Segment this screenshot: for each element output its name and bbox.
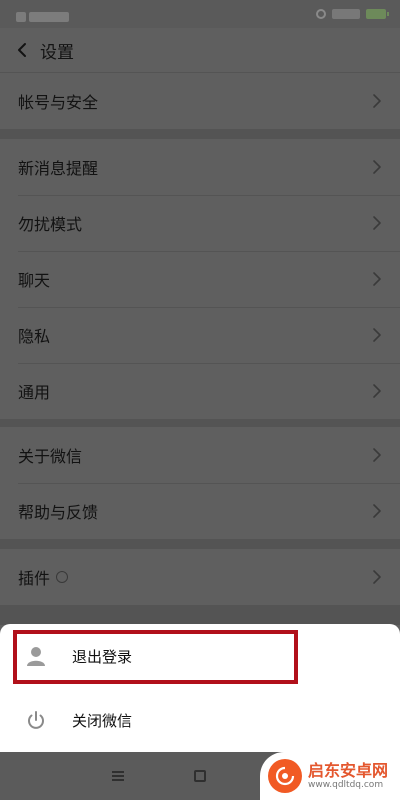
group-separator: [0, 129, 400, 139]
plugins-label: 插件: [18, 569, 51, 588]
close-wechat-label: 关闭微信: [72, 711, 133, 730]
settings-item-label: 帐号与安全: [18, 93, 99, 112]
settings-item-help-feedback[interactable]: 帮助与反馈: [0, 483, 400, 539]
chevron-right-icon: [372, 159, 382, 175]
settings-item-label: 隐私: [18, 327, 51, 346]
settings-item-label: 勿扰模式: [18, 215, 83, 234]
menu-icon[interactable]: [112, 771, 124, 781]
logout-button[interactable]: 退出登录: [0, 624, 400, 688]
page-title: 设置: [40, 42, 74, 63]
settings-item-label: 关于微信: [18, 447, 83, 466]
status-time-blurred: [16, 7, 76, 22]
chevron-right-icon: [372, 569, 382, 585]
back-button[interactable]: [4, 28, 40, 72]
logout-label: 退出登录: [72, 647, 133, 666]
status-bar: [0, 0, 400, 28]
signal-icon: [332, 9, 360, 19]
settings-item-about-wechat[interactable]: 关于微信: [0, 427, 400, 483]
watermark-text: 启东安卓网 www.qdltdq.com: [308, 760, 389, 791]
power-icon: [24, 708, 48, 732]
chevron-right-icon: [372, 93, 382, 109]
battery-icon: [366, 9, 389, 19]
settings-item-privacy[interactable]: 隐私: [0, 307, 400, 363]
settings-item-general[interactable]: 通用: [0, 363, 400, 419]
settings-item-plugins[interactable]: 插件: [0, 549, 400, 605]
settings-group-plugins: 插件: [0, 549, 400, 605]
chevron-right-icon: [372, 503, 382, 519]
chevron-right-icon: [372, 271, 382, 287]
group-separator: [0, 539, 400, 549]
settings-item-chat[interactable]: 聊天: [0, 251, 400, 307]
settings-item-new-message-alerts[interactable]: 新消息提醒: [0, 139, 400, 195]
chevron-right-icon: [372, 215, 382, 231]
plugin-badge-icon: [56, 571, 69, 583]
watermark: 启东安卓网 www.qdltdq.com: [260, 752, 400, 800]
nav-bar: 设置: [0, 28, 400, 72]
chevron-right-icon: [372, 327, 382, 343]
action-sheet: 退出登录 关闭微信: [0, 624, 400, 752]
close-wechat-button[interactable]: 关闭微信: [0, 688, 400, 752]
settings-item-label: 通用: [18, 383, 51, 402]
settings-item-label: 帮助与反馈: [18, 503, 99, 522]
settings-item-label: 插件: [18, 565, 69, 589]
group-separator: [0, 605, 400, 625]
chevron-left-icon: [18, 43, 26, 57]
chevron-right-icon: [372, 383, 382, 399]
status-icons: [316, 7, 389, 21]
settings-group-general: 新消息提醒 勿扰模式 聊天 隐私 通用: [0, 139, 400, 419]
settings-item-label: 聊天: [18, 271, 51, 290]
watermark-url: www.qdltdq.com: [308, 779, 384, 790]
watermark-title: 启东安卓网: [308, 760, 389, 780]
user-icon: [24, 644, 48, 668]
home-icon[interactable]: [194, 770, 206, 782]
settings-group-about: 关于微信 帮助与反馈: [0, 427, 400, 539]
settings-item-do-not-disturb[interactable]: 勿扰模式: [0, 195, 400, 251]
alarm-icon: [316, 9, 326, 19]
settings-item-account-security[interactable]: 帐号与安全: [0, 73, 400, 129]
watermark-logo-icon: [268, 759, 302, 793]
chevron-right-icon: [372, 447, 382, 463]
settings-group-account: 帐号与安全: [0, 73, 400, 129]
settings-item-label: 新消息提醒: [18, 159, 99, 178]
